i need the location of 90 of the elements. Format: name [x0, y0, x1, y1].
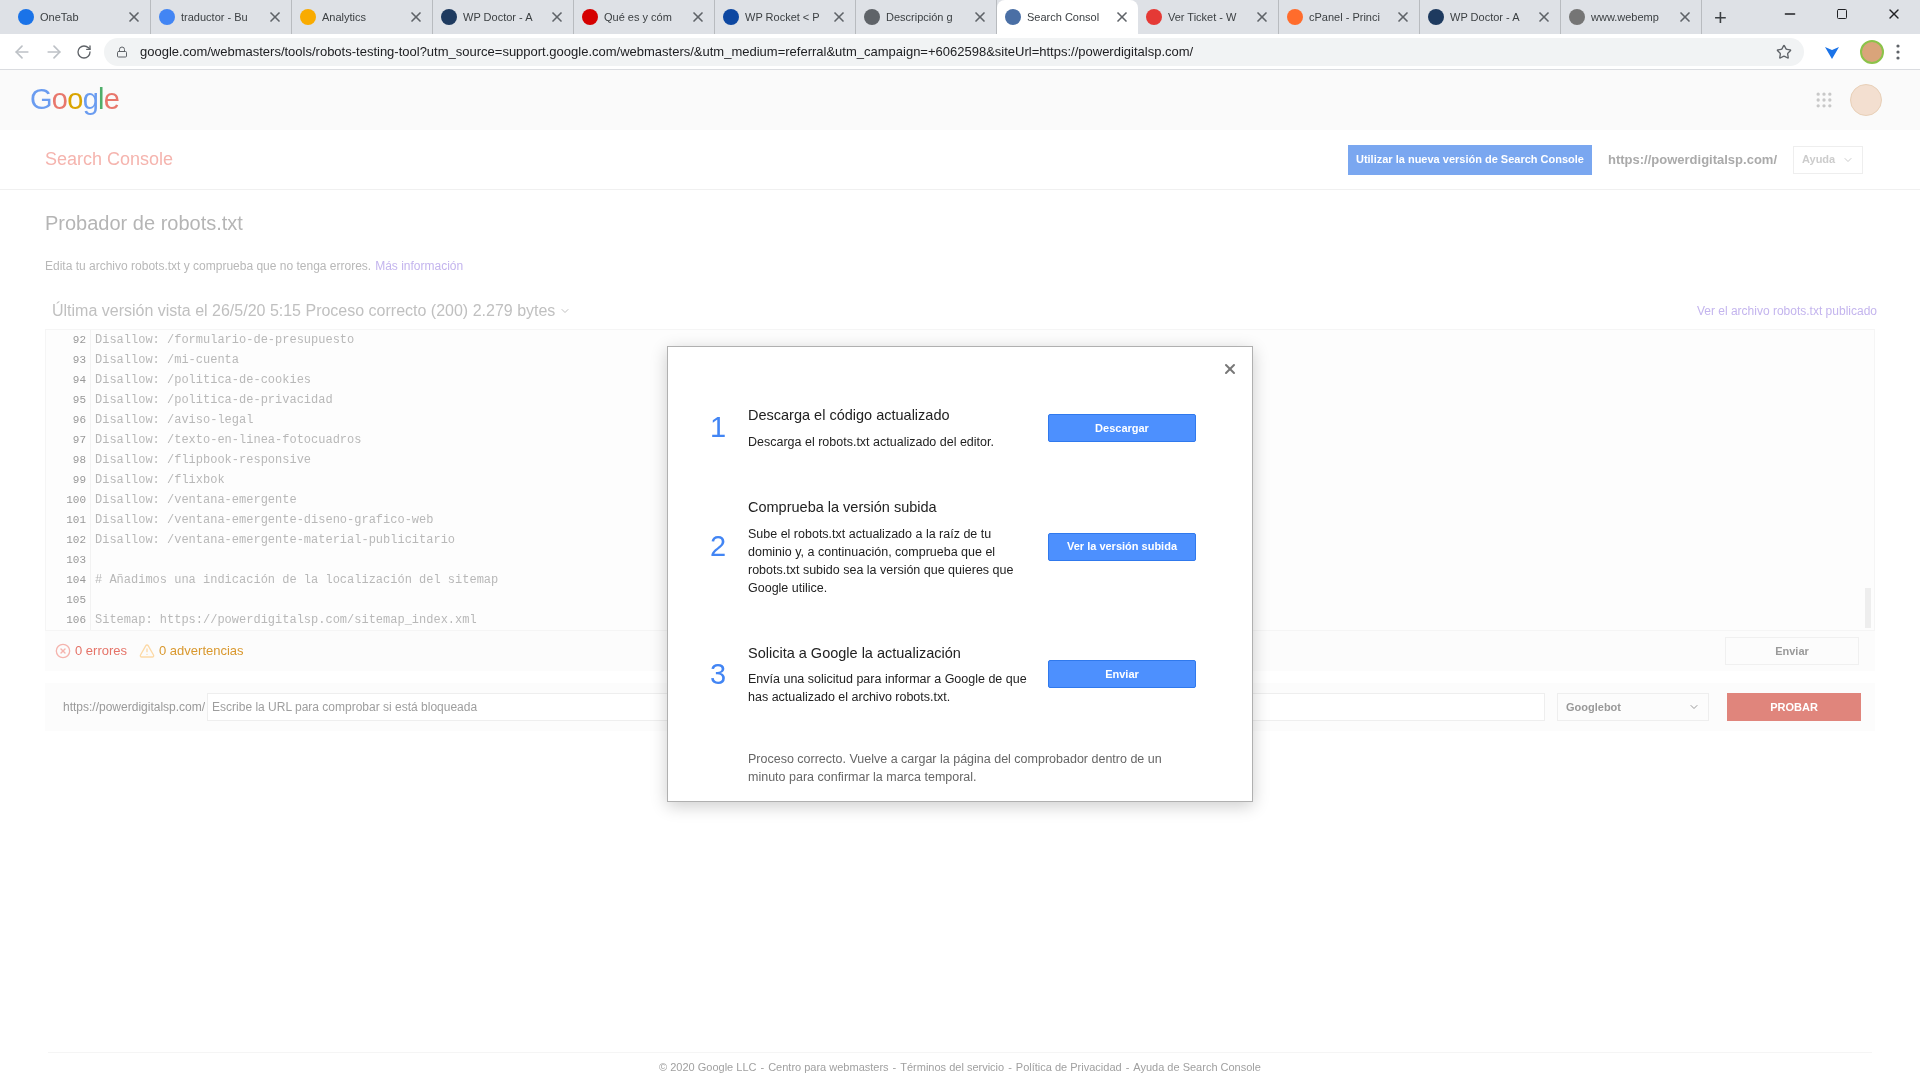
footer-link[interactable]: Términos del servicio	[900, 1059, 1005, 1076]
code-line: Disallow: /aviso-legal	[95, 412, 255, 429]
step-number: 1	[709, 410, 728, 446]
code-line: Disallow: /formulario-de-presupuesto	[95, 332, 356, 349]
warning-icon	[139, 643, 156, 659]
line-number: 95	[72, 393, 86, 408]
tab-title: traductor - Bu	[181, 9, 249, 25]
url-text: google.com/webmasters/tools/robots-testing-tool?utm_source=support.google.com/webmasters/&utm_medium=referral&utm_campaign=+6062598&siteUrl=https://powerdigitalsp.com/	[140, 42, 1195, 61]
code-line: # Añadimos una indicación de la localización del sitemap	[95, 572, 499, 589]
line-number: 96	[72, 413, 86, 428]
code-line: Disallow: /flixbok	[95, 472, 226, 489]
step-text: Descarga el robots.txt actualizado del editor.	[748, 433, 995, 451]
tab-title: Ver Ticket - W	[1168, 9, 1238, 25]
reload-icon[interactable]	[76, 43, 92, 60]
line-number: 104	[66, 573, 86, 588]
menu-icon[interactable]	[1896, 43, 1900, 60]
step-button[interactable]: Enviar	[1048, 660, 1196, 689]
page-title: Probador de robots.txt	[45, 211, 244, 236]
url-placeholder: Escribe la URL para comprobar si está bloqueada	[212, 699, 478, 716]
step-number: 3	[709, 656, 728, 692]
code-line: Disallow: /ventana-emergente-material-publicitario	[95, 532, 457, 549]
tab-title: Qué es y cóm	[604, 9, 673, 25]
product-title: Search Console	[45, 148, 174, 171]
star-icon[interactable]	[1776, 43, 1792, 60]
tab-title: www.webemp	[1591, 9, 1660, 25]
close-icon[interactable]	[1114, 9, 1130, 25]
step-text: Sube el robots.txt actualizado a la raíz de tu dominio y, a continuación, comprueba que el robots.txt subido sea la versión que quieres que Google utilice.	[748, 525, 1015, 597]
footer-separator: -	[1125, 1060, 1130, 1075]
line-number: 99	[72, 473, 86, 488]
code-line: Disallow: /mi-cuenta	[95, 352, 241, 369]
address-bar[interactable]: google.com/webmasters/tools/robots-testing-tool?utm_source=support.google.com/webmasters/&utm_medium=referral&utm_campaign=+6062598&siteUrl=https://powerdigitalsp.com/	[104, 37, 1804, 66]
code-line: Disallow: /politica-de-privacidad	[95, 392, 334, 409]
url-prefix: https://powerdigitalsp.com/	[63, 699, 206, 716]
footer-link[interactable]: Política de Privacidad	[1015, 1059, 1122, 1076]
error-count: 0 errores	[75, 642, 128, 661]
error-icon	[55, 643, 71, 659]
property-url[interactable]: https://powerdigitalsp.com/	[1608, 149, 1777, 170]
status-note: Proceso correcto. Vuelve a cargar la página del comprobador dentro de un minuto para confirmar la marca temporal.	[748, 751, 1163, 787]
line-number: 106	[66, 613, 86, 628]
tab-title: Analytics	[322, 9, 368, 25]
line-number: 103	[66, 553, 86, 568]
code-line: Disallow: /texto-en-linea-fotocuadros	[95, 432, 363, 449]
step-title: Solicita a Google la actualización	[748, 643, 962, 663]
tab-title: WP Doctor - A	[463, 9, 534, 25]
code-line: Sitemap: https://powerdigitalsp.com/sitemap_index.xml	[95, 612, 478, 629]
step-button[interactable]: Descargar	[1048, 413, 1196, 442]
line-number: 97	[72, 433, 86, 448]
warning-count: 0 advertencias	[159, 642, 244, 661]
line-number: 92	[72, 333, 86, 348]
code-line: Disallow: /ventana-emergente-diseno-grafico-web	[95, 512, 435, 529]
published-file-link[interactable]: Ver el archivo robots.txt publicado	[1696, 302, 1877, 320]
user-agent-select[interactable]: Googlebot	[1557, 693, 1709, 721]
version-status[interactable]: Última versión vista el 26/5/20 5:15 Proceso correcto (200) 2.279 bytes	[52, 299, 556, 323]
submit-button[interactable]: Enviar	[1725, 637, 1859, 665]
footer-separator: -	[892, 1060, 897, 1075]
line-number: 105	[66, 593, 86, 608]
google-logo: Google	[30, 82, 120, 118]
footer-link[interactable]: Centro para webmasters	[768, 1059, 889, 1076]
new-version-button[interactable]: Utilizar la nueva versión de Search Console	[1347, 144, 1592, 175]
code-line: Disallow: /flipbook-responsive	[95, 452, 313, 469]
lock-icon	[116, 45, 128, 58]
footer-separator: -	[760, 1060, 765, 1075]
new-tab-button[interactable]: +	[1702, 0, 1739, 34]
restore-icon[interactable]	[1836, 8, 1848, 20]
tab-title: OneTab	[40, 9, 80, 25]
step-title: Descarga el código actualizado	[748, 406, 951, 425]
code-line: Disallow: /ventana-emergente	[95, 492, 298, 509]
step-title: Comprueba la versión subida	[748, 497, 938, 517]
line-number: 101	[66, 513, 86, 528]
line-number: 94	[72, 373, 86, 388]
browser-tab[interactable]: Search Consol	[997, 0, 1138, 34]
test-button[interactable]: PROBAR	[1727, 693, 1861, 721]
page-description: Edita tu archivo robots.txt y comprueba que no tenga errores.	[45, 258, 372, 275]
tab-title: WP Doctor - A	[1450, 9, 1521, 25]
step-number: 2	[709, 528, 728, 564]
tab-title: Search Consol	[1027, 9, 1101, 25]
line-number: 100	[66, 493, 86, 508]
step-button[interactable]: Ver la versión subida	[1048, 532, 1196, 561]
tab-title: cPanel - Princi	[1309, 9, 1381, 25]
line-number: 93	[72, 353, 86, 368]
footer-link[interactable]: © 2020 Google LLC	[659, 1059, 757, 1076]
tab-title: WP Rocket < P	[745, 9, 821, 25]
code-line: Disallow: /politica-de-cookies	[95, 372, 313, 389]
line-number: 102	[66, 533, 86, 548]
more-info-link[interactable]: Más información	[375, 257, 464, 275]
step-text: Envía una solicitud para informar a Google de que has actualizado el archivo robots.txt.	[748, 671, 1028, 707]
line-number: 98	[72, 453, 86, 468]
footer-separator: -	[1008, 1060, 1012, 1075]
footer-link[interactable]: Ayuda de Search Console	[1133, 1059, 1261, 1076]
tab-title: Descripción g	[886, 9, 954, 25]
